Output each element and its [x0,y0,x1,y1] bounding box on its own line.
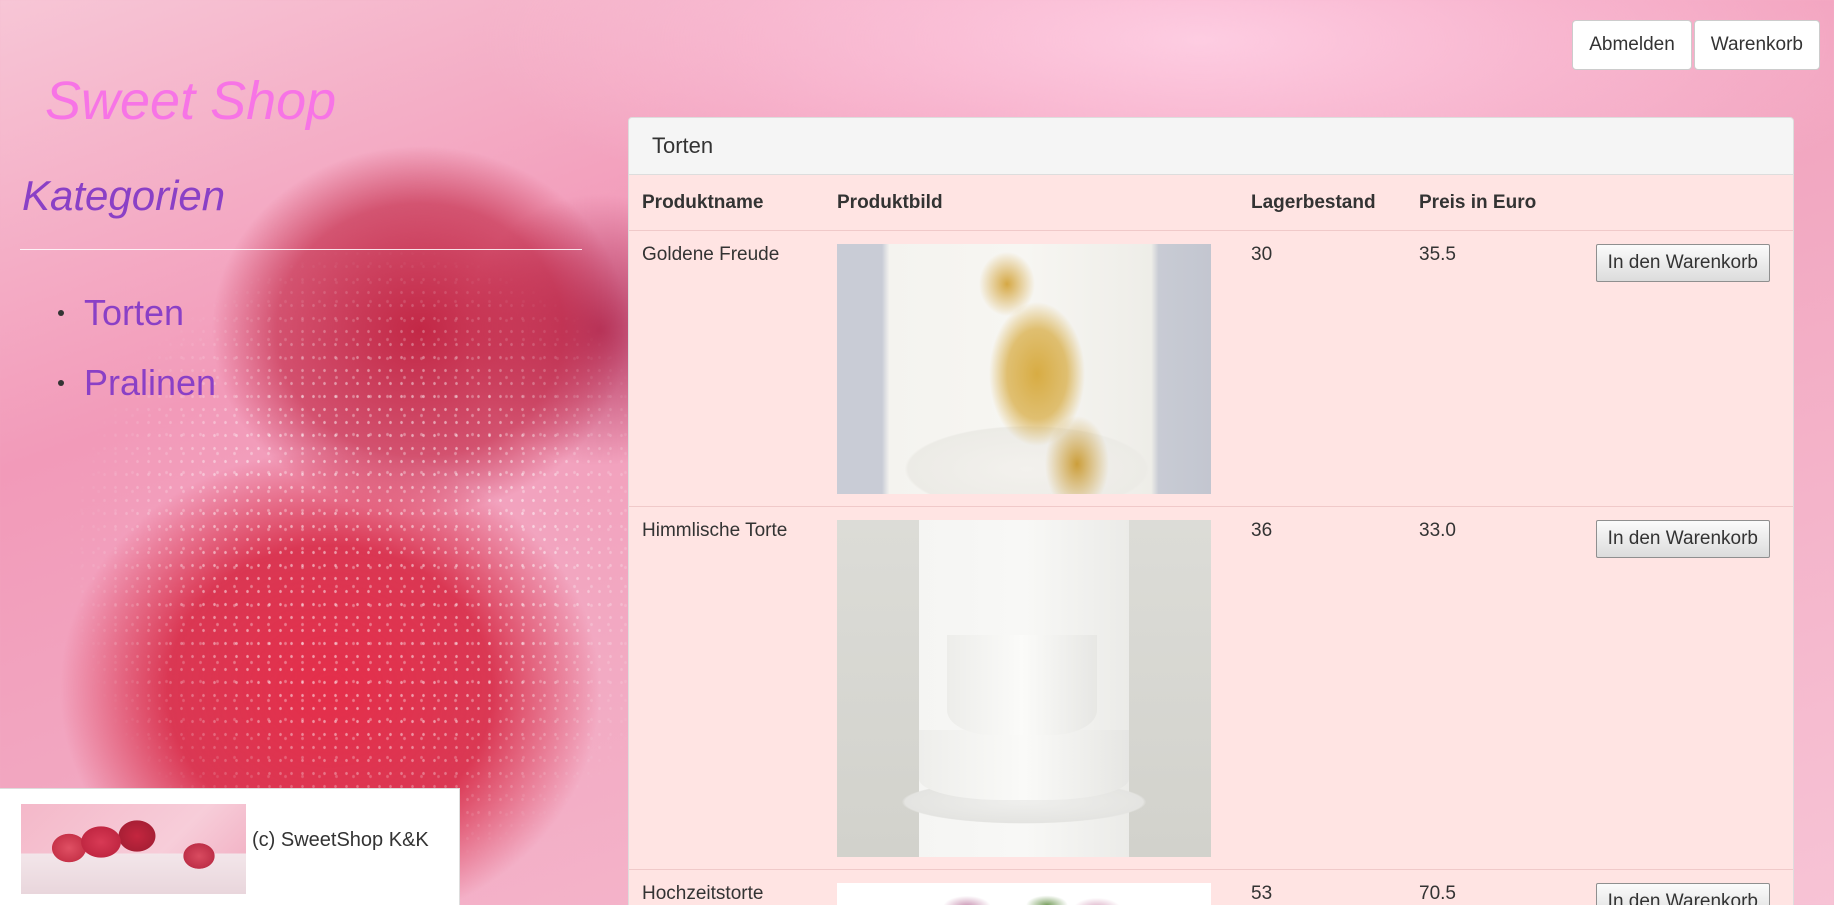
top-nav: Abmelden Warenkorb [1572,20,1820,70]
product-stock: 53 [1238,869,1406,905]
footer-candy-image [21,804,246,894]
product-price: 33.0 [1406,506,1567,870]
table-row: Hochzeitstorte 53 70.5 In den Warenkorb [629,869,1793,905]
category-item: Torten [34,278,216,348]
product-image-cell [824,230,1238,507]
add-to-cart-button[interactable]: In den Warenkorb [1595,883,1770,905]
column-header-price: Preis in Euro [1406,175,1567,231]
product-image-white-cake [837,520,1211,857]
table-header-row: Produktname Produktbild Lagerbestand Pre… [629,175,1793,231]
categories-heading: Kategorien [22,172,226,219]
column-header-action [1567,175,1793,231]
table-row: Goldene Freude 30 35.5 In den Warenkorb [629,230,1793,507]
bullet-icon [58,380,64,386]
footer-copyright: (c) SweetShop K&K [252,829,429,851]
add-to-cart-button[interactable]: In den Warenkorb [1595,520,1770,558]
add-to-cart-button[interactable]: In den Warenkorb [1595,244,1770,282]
product-panel: Torten Produktname Produktbild Lagerbest… [628,117,1794,905]
product-price: 70.5 [1406,869,1567,905]
table-row: Himmlische Torte 36 33.0 In den Warenkor… [629,506,1793,870]
product-name: Hochzeitstorte [629,869,824,905]
product-table: Produktname Produktbild Lagerbestand Pre… [629,175,1793,905]
product-action-cell: In den Warenkorb [1567,506,1793,870]
category-list: Torten Pralinen [34,278,216,418]
product-image-cell [824,506,1238,870]
category-item: Pralinen [34,348,216,418]
product-price: 35.5 [1406,230,1567,507]
bullet-icon [58,310,64,316]
product-name: Himmlische Torte [629,506,824,870]
category-link-torten[interactable]: Torten [84,292,184,334]
product-image-golden-cake [837,244,1211,494]
categories-divider [20,249,582,250]
category-link-pralinen[interactable]: Pralinen [84,362,216,404]
footer: (c) SweetShop K&K [0,788,460,905]
product-image-cell [824,869,1238,905]
brand-title[interactable]: Sweet Shop [45,70,336,132]
column-header-stock: Lagerbestand [1238,175,1406,231]
product-action-cell: In den Warenkorb [1567,869,1793,905]
product-stock: 30 [1238,230,1406,507]
product-stock: 36 [1238,506,1406,870]
logout-button[interactable]: Abmelden [1572,20,1692,70]
column-header-image: Produktbild [824,175,1238,231]
product-name: Goldene Freude [629,230,824,507]
cart-button[interactable]: Warenkorb [1693,20,1820,70]
column-header-name: Produktname [629,175,824,231]
product-image-wedding-cake [837,883,1211,905]
panel-title: Torten [629,118,1793,175]
product-action-cell: In den Warenkorb [1567,230,1793,507]
